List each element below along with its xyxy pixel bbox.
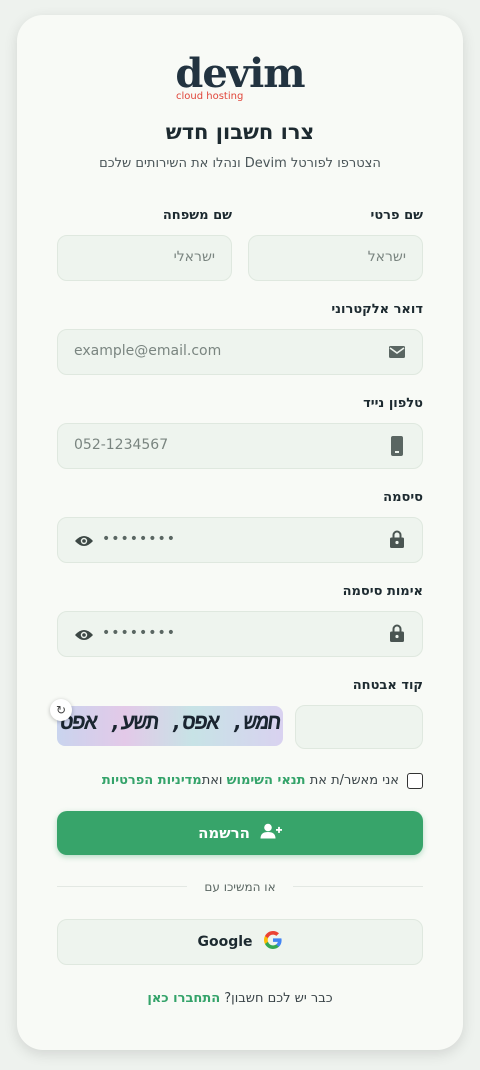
login-link[interactable]: התחברו כאן bbox=[147, 991, 220, 1006]
terms-checkbox[interactable] bbox=[407, 773, 423, 789]
captcha-input[interactable] bbox=[295, 705, 423, 749]
page-subtitle: הצטרפו לפורטל Devim ונהלו את השירותים של… bbox=[99, 156, 381, 171]
divider-text: או המשיכו עם bbox=[204, 880, 276, 894]
register-button-label: הרשמה bbox=[198, 824, 250, 842]
add-user-icon bbox=[260, 823, 282, 843]
terms-text: אני מאשר/ת את תנאי השימוש ואתמדיניות הפר… bbox=[102, 773, 399, 788]
eye-icon[interactable] bbox=[74, 627, 94, 646]
terms-and: ואת bbox=[201, 773, 223, 788]
mail-icon bbox=[388, 344, 406, 364]
login-question: כבר יש לכם חשבון? bbox=[224, 991, 333, 1006]
last-name-field[interactable]: ישראלי bbox=[57, 235, 232, 281]
password-label: סיסמה bbox=[383, 490, 423, 505]
brand-tagline: cloud hosting bbox=[176, 91, 244, 102]
refresh-captcha-icon[interactable]: ↻ bbox=[50, 699, 72, 721]
first-name-field[interactable]: ישראל bbox=[248, 235, 423, 281]
captcha-image: חמש, אפס, תשע, אפס bbox=[57, 706, 283, 746]
eye-icon[interactable] bbox=[74, 533, 94, 552]
first-name-placeholder: ישראל bbox=[367, 249, 406, 265]
confirm-password-label: אימות סיסמה bbox=[342, 584, 423, 599]
captcha-image-text: חמש, אפס, תשע, אפס bbox=[58, 710, 282, 735]
login-prompt: כבר יש לכם חשבון? התחברו כאן bbox=[0, 991, 480, 1006]
confirm-password-field[interactable]: •••••••• bbox=[57, 611, 423, 657]
password-placeholder: •••••••• bbox=[102, 531, 177, 547]
register-button[interactable]: הרשמה bbox=[57, 811, 423, 855]
google-signin-button[interactable]: Google bbox=[57, 919, 423, 965]
last-name-placeholder: ישראלי bbox=[173, 249, 215, 265]
email-label: דואר אלקטרוני bbox=[331, 302, 423, 317]
phone-field[interactable]: 052-1234567 bbox=[57, 423, 423, 469]
phone-icon bbox=[391, 436, 403, 460]
first-name-label: שם פרטי bbox=[370, 208, 423, 223]
terms-of-use-link[interactable]: תנאי השימוש bbox=[227, 773, 306, 788]
privacy-policy-link[interactable]: מדיניות הפרטיות bbox=[102, 773, 202, 788]
last-name-label: שם משפחה bbox=[162, 208, 232, 223]
lock-icon bbox=[390, 624, 404, 646]
brand-logo: devim bbox=[175, 50, 305, 97]
phone-placeholder: 052-1234567 bbox=[74, 437, 169, 453]
email-placeholder: example@email.com bbox=[74, 343, 222, 359]
email-field[interactable]: example@email.com bbox=[57, 329, 423, 375]
password-field[interactable]: •••••••• bbox=[57, 517, 423, 563]
terms-prefix: אני מאשר/ת את bbox=[309, 773, 399, 788]
confirm-password-placeholder: •••••••• bbox=[102, 625, 177, 641]
google-icon bbox=[263, 930, 283, 954]
lock-icon bbox=[390, 530, 404, 552]
page-title: צרו חשבון חדש bbox=[165, 120, 315, 144]
phone-label: טלפון נייד bbox=[363, 396, 423, 411]
google-button-label: Google bbox=[197, 934, 253, 950]
captcha-label: קוד אבטחה bbox=[352, 678, 423, 693]
